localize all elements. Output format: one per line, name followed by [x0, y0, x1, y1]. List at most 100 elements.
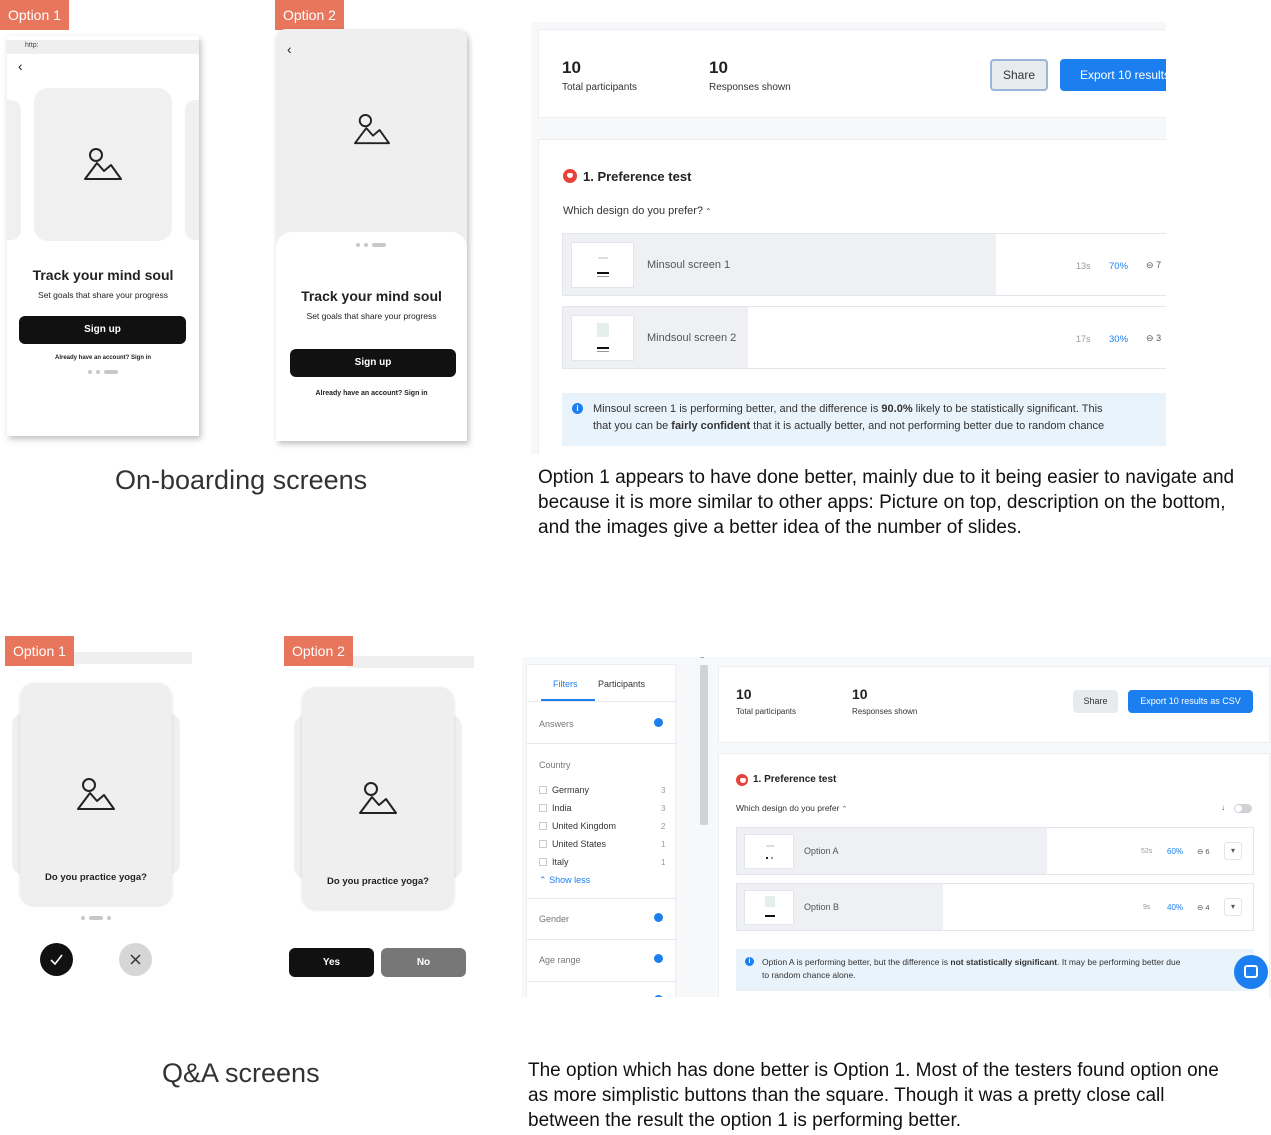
- pagination-dots: [356, 243, 386, 247]
- age-range-filter[interactable]: Age range: [539, 955, 581, 965]
- checkbox[interactable]: [539, 822, 547, 830]
- country-count: 3: [661, 804, 666, 813]
- total-participants-value: 10: [562, 58, 581, 77]
- row-time: 13s: [1076, 261, 1091, 271]
- back-chevron-icon[interactable]: ‹: [287, 41, 292, 57]
- filter-button[interactable]: ▾: [1224, 842, 1242, 860]
- user-icon: ⊖: [1197, 903, 1204, 912]
- country-item: United Kingdom: [552, 821, 617, 831]
- responses-shown-label: Responses shown: [852, 707, 918, 716]
- stats-card: 10 Total participants 10 Responses shown…: [718, 666, 1270, 743]
- info-icon: i: [745, 957, 754, 966]
- option2-tag: Option 2: [275, 0, 344, 30]
- bottom-sheet: Track your mind soul Set goals that shar…: [276, 232, 467, 441]
- responses-shown-value: 10: [852, 686, 868, 702]
- row-time: 9s: [1143, 904, 1151, 911]
- qa-option1-card: Do you practice yoga?: [20, 683, 172, 905]
- significance-info: i Option A is performing better, but the…: [736, 949, 1254, 991]
- image-icon: [76, 777, 116, 813]
- sort-arrows-icon[interactable]: ⌃: [705, 207, 712, 216]
- country-count: 1: [661, 840, 666, 849]
- image-icon: [353, 113, 391, 147]
- result-row-a[interactable]: Option A 52s 60% ⊖ 6 ▾: [736, 827, 1254, 875]
- result-row-1[interactable]: Minsoul screen 1 13s 70% ⊖ 7: [562, 233, 1166, 296]
- country-item: United States: [552, 839, 607, 849]
- responses-shown-value: 10: [709, 58, 728, 77]
- image-icon: [358, 781, 398, 817]
- back-chevron-icon[interactable]: ‹: [18, 58, 23, 74]
- info-line-2: that you can be fairly confident that it…: [593, 420, 1105, 432]
- total-participants-value: 10: [736, 686, 752, 702]
- row-count: ⊖ 6: [1197, 847, 1210, 856]
- country-count: 2: [661, 822, 666, 831]
- sort-arrows-icon[interactable]: ⌃: [841, 806, 847, 813]
- filter-button[interactable]: ▾: [1224, 898, 1242, 916]
- question-text: Which design do you prefer? ⌃: [563, 205, 712, 217]
- checkbox[interactable]: [539, 804, 547, 812]
- user-icon: ⊖: [1146, 260, 1154, 270]
- preference-test-card: 1. Preference test Which design do you p…: [718, 753, 1270, 997]
- question-text: Which design do you prefer ⌃: [736, 803, 847, 813]
- question-label: Which design do you prefer?: [563, 205, 704, 217]
- no-button[interactable]: No: [381, 948, 466, 977]
- country-item: Germany: [552, 785, 590, 795]
- result-row-b[interactable]: Option B 9s 40% ⊖ 4 ▾: [736, 883, 1254, 931]
- check-button[interactable]: [40, 943, 73, 976]
- chat-button[interactable]: [1234, 955, 1268, 989]
- show-less-link[interactable]: ⌃ Show less: [539, 875, 590, 886]
- question-text: Do you practice yoga?: [327, 876, 429, 887]
- country-item: India: [552, 803, 572, 813]
- share-button[interactable]: Share: [990, 59, 1048, 91]
- row-label: Minsoul screen 1: [647, 259, 731, 271]
- heart-icon: [563, 169, 577, 183]
- result-row-2[interactable]: Mindsoul screen 2 17s 30% ⊖ 3: [562, 306, 1166, 369]
- country-filter[interactable]: Country: [539, 760, 571, 770]
- checkbox[interactable]: [539, 840, 547, 848]
- answers-filter[interactable]: Answers: [539, 719, 574, 729]
- user-icon: ⊖: [1146, 333, 1154, 343]
- share-button[interactable]: Share: [1073, 690, 1118, 713]
- row-label: Mindsoul screen 2: [647, 332, 737, 344]
- pagination-dots: [81, 916, 111, 920]
- checkbox[interactable]: [539, 858, 547, 866]
- row-count: ⊖ 4: [1197, 903, 1210, 912]
- card-title: Track your mind soul: [32, 267, 174, 283]
- sort-icon[interactable]: ↓: [1221, 803, 1225, 812]
- export-button[interactable]: Export 10 results as CSV: [1128, 690, 1253, 713]
- sign-in-link[interactable]: Already have an account? Sign in: [276, 390, 467, 397]
- sign-in-link[interactable]: Already have an account? Sign in: [7, 355, 199, 361]
- row-time: 17s: [1076, 334, 1091, 344]
- row-percent: 30%: [1109, 334, 1129, 345]
- scrollbar[interactable]: [700, 665, 708, 825]
- onboarding-option1-phone: http: ‹ Track your mind soul Set goals t…: [7, 36, 199, 436]
- browser-url: http:: [25, 42, 39, 49]
- image-placeholder: [34, 88, 172, 241]
- card-title: Track your mind soul: [301, 288, 442, 304]
- chevron-up-icon: ⌃: [539, 875, 547, 885]
- onboarding-caption: Option 1 appears to have done better, ma…: [538, 467, 1235, 538]
- scroll-up-icon[interactable]: ⌃: [699, 657, 706, 664]
- show-less-label: Show less: [549, 875, 591, 885]
- preference-test-card: 1. Preference test Which design do you p…: [538, 139, 1166, 454]
- checkbox[interactable]: [539, 786, 547, 794]
- export-button[interactable]: Export 10 results: [1060, 59, 1166, 91]
- tab-participants[interactable]: Participants: [598, 679, 645, 689]
- stats-card: 10 Total participants 10 Responses shown…: [538, 29, 1166, 118]
- significance-info: i Minsoul screen 1 is performing better,…: [562, 393, 1166, 446]
- filters-sidebar: Filters Participants Answers Country Ger…: [526, 664, 677, 997]
- info-line-1: Minsoul screen 1 is performing better, a…: [593, 403, 1103, 415]
- toggle-switch[interactable]: [1234, 804, 1252, 813]
- row-thumbnail: [571, 242, 634, 288]
- close-button[interactable]: [119, 943, 152, 976]
- chat-icon: [1244, 965, 1258, 978]
- row-percent: 60%: [1167, 847, 1184, 856]
- yes-button[interactable]: Yes: [289, 948, 374, 977]
- tab-filters[interactable]: Filters: [553, 679, 578, 689]
- card-subtitle: Set goals that share your progress: [306, 311, 437, 321]
- row-count-value: 7: [1156, 260, 1162, 270]
- results-panel-bottom: Filters Participants Answers Country Ger…: [522, 657, 1271, 997]
- gender-filter[interactable]: Gender: [539, 914, 569, 924]
- row-time: 52s: [1141, 848, 1153, 855]
- sign-up-button[interactable]: Sign up: [19, 316, 186, 344]
- sign-up-button[interactable]: Sign up: [290, 349, 456, 377]
